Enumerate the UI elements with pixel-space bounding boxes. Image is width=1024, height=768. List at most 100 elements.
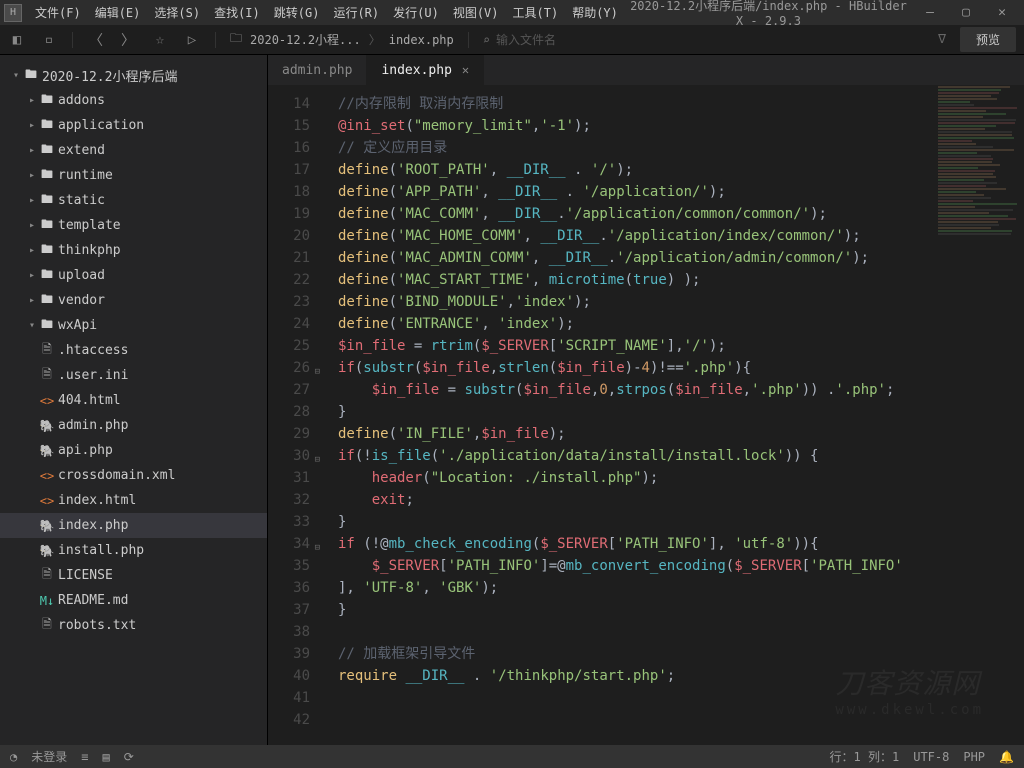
search-placeholder: 输入文件名 (496, 31, 556, 48)
breadcrumb[interactable]: 🗀 2020-12.2小程... 〉 index.php (230, 29, 454, 50)
tab-label: index.php (381, 63, 451, 78)
tree-folder[interactable]: 🖿2020-12.2小程序后端 (0, 63, 267, 88)
window-title: 2020-12.2小程序后端/index.php - HBuilder X - … (625, 0, 912, 28)
twist-icon (26, 245, 38, 256)
tree-folder[interactable]: 🖿static (0, 188, 267, 213)
line-gutter: 14151617181920212223242526⊟27282930⊟3132… (268, 85, 318, 745)
tree-file[interactable]: 🐘index.php (0, 513, 267, 538)
tree-folder[interactable]: 🖿thinkphp (0, 238, 267, 263)
menu-item[interactable]: 跳转(G) (267, 1, 327, 24)
language-mode[interactable]: PHP (963, 750, 985, 764)
twist-icon (26, 220, 38, 231)
tree-label: robots.txt (58, 618, 136, 633)
app-logo: H (4, 4, 22, 22)
menu-item[interactable]: 工具(T) (506, 1, 566, 24)
breadcrumb-folder: 2020-12.2小程... (250, 31, 361, 48)
menu-item[interactable]: 运行(R) (326, 1, 386, 24)
code-editor[interactable]: 14151617181920212223242526⊟27282930⊟3132… (268, 85, 1024, 745)
tree-label: .user.ini (58, 368, 128, 383)
list-icon[interactable]: ≡ (81, 750, 88, 764)
menu-item[interactable]: 编辑(E) (88, 1, 148, 24)
twist-icon (26, 320, 38, 331)
bookmark-icon[interactable]: ☆ (151, 31, 169, 49)
minimap[interactable] (934, 85, 1024, 745)
twist-icon (26, 145, 38, 156)
search-icon: ⌕ (483, 33, 490, 47)
bell-icon[interactable]: 🔔 (999, 750, 1014, 764)
tree-file[interactable]: 🐘api.php (0, 438, 267, 463)
twist-icon (26, 120, 38, 131)
folder-icon: 🖿 (38, 115, 56, 136)
tree-file[interactable]: <>crossdomain.xml (0, 463, 267, 488)
tree-label: 404.html (58, 393, 121, 408)
nav-forward-icon[interactable]: 〉 (119, 31, 137, 49)
editor-tab[interactable]: index.php ✕ (367, 55, 484, 85)
folder-icon: 🖿 (38, 190, 56, 211)
login-status[interactable]: 未登录 (31, 748, 67, 765)
tree-file[interactable]: 🗎LICENSE (0, 563, 267, 588)
tree-folder[interactable]: 🖿extend (0, 138, 267, 163)
editor-tabs: admin.php index.php ✕ (268, 55, 1024, 85)
file-icon: 🗎 (38, 565, 56, 586)
code-lines[interactable]: //内存限制 取消内存限制@ini_set("memory_limit",'-1… (318, 85, 903, 745)
file-icon: <> (38, 394, 56, 408)
folder-icon: 🗀 (230, 29, 242, 50)
tree-folder[interactable]: 🖿addons (0, 88, 267, 113)
terminal-icon[interactable]: ▤ (102, 750, 109, 764)
preview-button[interactable]: 预览 (960, 27, 1016, 52)
menu-item[interactable]: 视图(V) (446, 1, 506, 24)
twist-icon (26, 95, 38, 106)
tree-label: 2020-12.2小程序后端 (42, 66, 177, 85)
tree-file[interactable]: <>index.html (0, 488, 267, 513)
cursor-position: 行：1 列：1 (830, 748, 900, 765)
tree-file[interactable]: 🐘install.php (0, 538, 267, 563)
tree-file[interactable]: 🗎.user.ini (0, 363, 267, 388)
tree-folder[interactable]: 🖿runtime (0, 163, 267, 188)
menu-item[interactable]: 文件(F) (28, 1, 88, 24)
file-explorer[interactable]: 🖿2020-12.2小程序后端🖿addons🖿application🖿exten… (0, 55, 268, 745)
menu-item[interactable]: 帮助(Y) (565, 1, 625, 24)
user-icon[interactable]: ◔ (10, 750, 17, 764)
file-search[interactable]: ⌕ 输入文件名 (483, 31, 556, 48)
minimize-button[interactable]: ― (912, 5, 948, 20)
tree-folder[interactable]: 🖿template (0, 213, 267, 238)
maximize-button[interactable]: ▢ (948, 5, 984, 20)
twist-icon (26, 170, 38, 181)
close-icon[interactable]: ✕ (462, 63, 469, 77)
editor-tab[interactable]: admin.php (268, 55, 367, 85)
file-icon: <> (38, 469, 56, 483)
tree-label: index.html (58, 493, 136, 508)
folder-icon: 🖿 (38, 140, 56, 161)
sidebar-toggle-icon[interactable]: ◧ (8, 31, 26, 49)
nav-back-icon[interactable]: 〈 (87, 31, 105, 49)
tree-file[interactable]: M↓README.md (0, 588, 267, 613)
tree-file[interactable]: 🐘admin.php (0, 413, 267, 438)
tree-label: application (58, 118, 144, 133)
folder-icon: 🖿 (38, 240, 56, 261)
encoding[interactable]: UTF-8 (913, 750, 949, 764)
tree-file[interactable]: 🗎robots.txt (0, 613, 267, 638)
sync-icon[interactable]: ⟳ (124, 750, 134, 764)
tree-label: api.php (58, 443, 113, 458)
save-icon[interactable]: ▫ (40, 31, 58, 49)
tree-file[interactable]: <>404.html (0, 388, 267, 413)
menu-item[interactable]: 选择(S) (147, 1, 207, 24)
tree-file[interactable]: 🗎.htaccess (0, 338, 267, 363)
tree-label: extend (58, 143, 105, 158)
folder-icon: 🖿 (38, 265, 56, 286)
filter-icon[interactable]: ∇ (938, 32, 946, 47)
close-button[interactable]: ✕ (984, 5, 1020, 20)
folder-icon: 🖿 (38, 215, 56, 236)
run-icon[interactable]: ▷ (183, 31, 201, 49)
tree-label: admin.php (58, 418, 128, 433)
folder-icon: 🖿 (38, 290, 56, 311)
tree-folder[interactable]: 🖿vendor (0, 288, 267, 313)
menu-item[interactable]: 查找(I) (207, 1, 267, 24)
menu-item[interactable]: 发行(U) (386, 1, 446, 24)
tree-folder[interactable]: 🖿upload (0, 263, 267, 288)
tree-folder[interactable]: 🖿application (0, 113, 267, 138)
tree-folder[interactable]: 🖿wxApi (0, 313, 267, 338)
tree-label: static (58, 193, 105, 208)
file-icon: 🐘 (38, 519, 56, 533)
menubar: H 文件(F)编辑(E)选择(S)查找(I)跳转(G)运行(R)发行(U)视图(… (0, 0, 1024, 25)
